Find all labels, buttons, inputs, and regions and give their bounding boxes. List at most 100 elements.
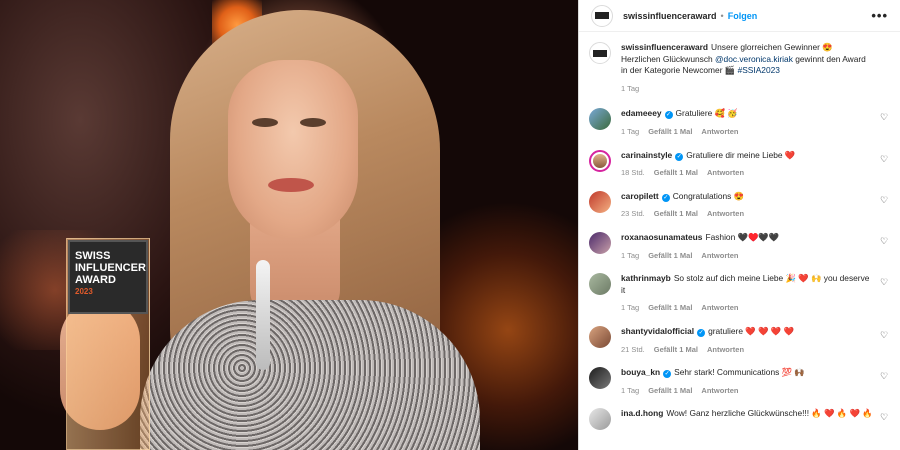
comment-likes[interactable]: Gefällt 1 Mal: [654, 209, 698, 218]
like-heart-icon[interactable]: ♡: [880, 154, 890, 164]
like-heart-icon[interactable]: ♡: [880, 236, 890, 246]
verified-badge-icon: ✓: [697, 328, 706, 337]
necklace: [256, 260, 270, 370]
reply-button[interactable]: Antworten: [707, 209, 744, 218]
comment-item: caropilett ✓ Congratulations 😍 23 Std. Gefä…: [589, 190, 890, 220]
comment-meta: 1 Tag Gefällt 1 Mal Antworten: [621, 302, 874, 314]
like-heart-icon[interactable]: ♡: [880, 195, 890, 205]
verified-badge-icon: ✓: [675, 152, 684, 161]
comment-item: carinainstyle ✓ Gratuliere dir meine Liebe…: [589, 149, 890, 179]
comment-time: 1 Tag: [621, 126, 640, 136]
author-avatar[interactable]: [591, 4, 613, 27]
comment-text: Gratuliere 🥰 🥳: [675, 108, 738, 119]
comment-text: Sehr stark! Communications 💯 🙌🏾: [674, 367, 805, 378]
comment-meta: 1 Tag Gefällt 1 Mal Antworten: [621, 385, 874, 397]
reply-button[interactable]: Antworten: [707, 168, 744, 177]
caption-username[interactable]: swissinfluenceraward: [621, 42, 708, 52]
lips: [268, 178, 314, 192]
brand-logo-icon: [593, 49, 607, 57]
caption-mention-link[interactable]: @doc.veronica.kiriak: [715, 54, 793, 64]
comment-username[interactable]: edameeey: [621, 108, 662, 118]
author-username[interactable]: swissinfluenceraward: [623, 11, 717, 21]
comment-body: kathrinmayb So stolz auf dich meine Liebe…: [621, 273, 890, 314]
comment-username[interactable]: shantyvidalofficial: [621, 326, 694, 336]
comment-meta: 23 Std. Gefällt 1 Mal Antworten: [621, 208, 874, 220]
post-sidebar: swissinfluenceraward • Folgen ••• swissi…: [578, 0, 900, 450]
eye: [252, 118, 278, 127]
commenter-avatar[interactable]: [589, 367, 611, 390]
like-heart-icon[interactable]: ♡: [880, 112, 890, 122]
comment-username[interactable]: bouya_kn: [621, 367, 660, 377]
post-image[interactable]: SWISS INFLUENCER AWARD 2023: [0, 0, 578, 450]
comment-likes[interactable]: Gefällt 1 Mal: [648, 303, 692, 312]
sequin-dress: [140, 300, 480, 450]
comment-username[interactable]: roxanaosunamateus: [621, 232, 702, 242]
like-heart-icon[interactable]: ♡: [880, 277, 890, 287]
award-plate-year: 2023: [75, 287, 93, 296]
commenter-avatar[interactable]: [589, 325, 611, 348]
comment-list[interactable]: swissinfluenceraward Unsere glorreichen G…: [579, 32, 900, 450]
follow-button[interactable]: Folgen: [728, 11, 758, 21]
comment-body: ina.d.hong Wow! Ganz herzliche Glückwünsc…: [621, 408, 890, 430]
comment-likes[interactable]: Gefällt 1 Mal: [648, 127, 692, 136]
instagram-post-view: SWISS INFLUENCER AWARD 2023 swissinfluen…: [0, 0, 900, 450]
comment-meta: 1 Tag Gefällt 1 Mal Antworten: [621, 250, 874, 262]
comment-item: shantyvidalofficial ✓ gratuliere ❤️ ❤️ ❤️ …: [589, 325, 890, 355]
comment-body: bouya_kn ✓ Sehr stark! Communications 💯 🙌🏾…: [621, 367, 890, 396]
comment-likes[interactable]: Gefällt 1 Mal: [648, 386, 692, 395]
comment-text: Gratuliere dir meine Liebe ❤️: [686, 149, 796, 160]
award-plate-text: SWISS INFLUENCER AWARD: [75, 250, 146, 286]
comment-body: edameeey ✓ Gratuliere 🥰 🥳 1 Tag Gefällt 1 M…: [621, 108, 890, 137]
comment-text: Congratulations 😍: [672, 190, 745, 201]
commenter-avatar[interactable]: [589, 231, 611, 254]
award-plate: SWISS INFLUENCER AWARD 2023: [68, 240, 148, 314]
commenter-avatar[interactable]: [589, 273, 611, 296]
comment-likes[interactable]: Gefällt 1 Mal: [654, 345, 698, 354]
reply-button[interactable]: Antworten: [701, 386, 738, 395]
comment-item: bouya_kn ✓ Sehr stark! Communications 💯 🙌🏾…: [589, 367, 890, 396]
caption-hashtag-link[interactable]: #SSIA2023: [738, 65, 780, 75]
more-options-icon[interactable]: •••: [871, 8, 888, 23]
comment-body: roxanaosunamateus Fashion 🖤♥️🖤🖤 1 Tag Gefä…: [621, 232, 890, 261]
like-heart-icon[interactable]: ♡: [880, 412, 890, 422]
comment-text: Wow! Ganz herzliche Glückwünsche!!! 🔥 ❤️…: [666, 408, 873, 419]
comment-username[interactable]: kathrinmayb: [621, 273, 671, 283]
reply-button[interactable]: Antworten: [701, 251, 738, 260]
reply-button[interactable]: Antworten: [701, 303, 738, 312]
brand-logo-icon: [595, 12, 609, 19]
comment-likes[interactable]: Gefällt 1 Mal: [654, 168, 698, 177]
comment-likes[interactable]: Gefällt 1 Mal: [648, 251, 692, 260]
caption-avatar[interactable]: [589, 42, 611, 64]
comment-text: gratuliere ❤️ ❤️ ❤️ ❤️: [708, 325, 795, 336]
eye: [300, 118, 326, 127]
post-header: swissinfluenceraward • Folgen •••: [579, 0, 900, 32]
comment-username[interactable]: caropilett: [621, 191, 659, 201]
caption-meta: 1 Tag: [621, 83, 874, 95]
verified-badge-icon: ✓: [663, 370, 672, 379]
like-heart-icon[interactable]: ♡: [880, 371, 890, 381]
woman-face: [228, 60, 358, 240]
verified-badge-icon: ✓: [664, 111, 673, 120]
reply-button[interactable]: Antworten: [701, 127, 738, 136]
commenter-avatar[interactable]: [589, 408, 611, 431]
comment-body: shantyvidalofficial ✓ gratuliere ❤️ ❤️ ❤️ …: [621, 326, 890, 355]
comment-time: 1 Tag: [621, 385, 640, 395]
verified-badge-icon: ✓: [661, 193, 670, 202]
comment-time: 18 Std.: [621, 168, 645, 178]
comment-item: ina.d.hong Wow! Ganz herzliche Glückwünsc…: [589, 408, 890, 431]
comment-text: Fashion 🖤♥️🖤🖤: [705, 231, 780, 242]
comment-time: 23 Std.: [621, 209, 645, 219]
comment-meta: 1 Tag Gefällt 1 Mal Antworten: [621, 126, 874, 138]
caption-body: swissinfluenceraward Unsere glorreichen G…: [621, 42, 890, 94]
commenter-avatar[interactable]: [589, 149, 611, 172]
reply-button[interactable]: Antworten: [707, 345, 744, 354]
caption-time: 1 Tag: [621, 83, 640, 93]
comment-body: carinainstyle ✓ Gratuliere dir meine Liebe…: [621, 150, 890, 179]
commenter-avatar[interactable]: [589, 108, 611, 131]
comment-username[interactable]: carinainstyle: [621, 150, 672, 160]
comment-username[interactable]: ina.d.hong: [621, 408, 663, 418]
commenter-avatar[interactable]: [589, 190, 611, 213]
avatar-photo: [593, 153, 607, 168]
comment-time: 1 Tag: [621, 250, 640, 260]
like-heart-icon[interactable]: ♡: [880, 330, 890, 340]
